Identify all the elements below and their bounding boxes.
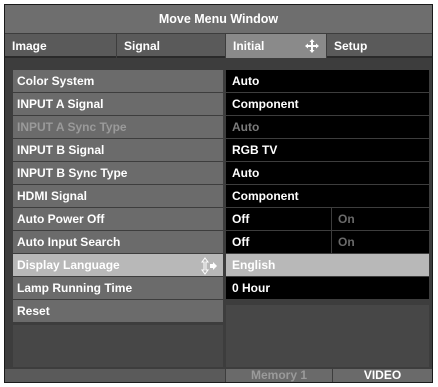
tab-setup[interactable]: Setup [327, 34, 432, 58]
row-label-input-b-signal[interactable]: INPUT B Signal [13, 139, 223, 161]
row-alt-auto-input-search[interactable]: On [332, 231, 429, 253]
row-value-color-system[interactable]: Auto [226, 70, 429, 92]
screen-frame: Move Menu Window Image Signal Initial Se… [0, 0, 438, 387]
row-label-hdmi-signal[interactable]: HDMI Signal [13, 185, 223, 207]
row-value-input-a-sync-type[interactable]: Auto [226, 116, 429, 138]
row-value-input-a-signal[interactable]: Component [226, 93, 429, 115]
row-value-auto-power-off[interactable]: Off [226, 208, 331, 230]
row-value-input-b-sync-type[interactable]: Auto [226, 162, 429, 184]
row-label-input-a-signal[interactable]: INPUT A Signal [13, 93, 223, 115]
tab-signal[interactable]: Signal [117, 34, 225, 58]
up-down-arrows-icon [201, 257, 217, 275]
tab-image[interactable]: Image [5, 34, 116, 58]
value-column-filler [226, 305, 429, 367]
row-label-auto-input-search[interactable]: Auto Input Search [13, 231, 223, 253]
row-value-input-b-signal[interactable]: RGB TV [226, 139, 429, 161]
row-alt-auto-power-off[interactable]: On [332, 208, 429, 230]
move-arrows-icon [305, 39, 319, 53]
row-label-color-system[interactable]: Color System [13, 70, 223, 92]
window-title: Move Menu Window [5, 5, 432, 33]
row-value-hdmi-signal[interactable]: Component [226, 185, 429, 207]
row-value-auto-input-search[interactable]: Off [226, 231, 331, 253]
label-column-filler [13, 325, 223, 367]
footer-blank [5, 369, 225, 382]
row-label-lamp-running-time[interactable]: Lamp Running Time [13, 277, 223, 299]
row-label-input-b-sync-type[interactable]: INPUT B Sync Type [13, 162, 223, 184]
row-label-auto-power-off[interactable]: Auto Power Off [13, 208, 223, 230]
footer-input-source: VIDEO [333, 368, 432, 382]
row-label-reset[interactable]: Reset [13, 300, 223, 322]
row-label-input-a-sync-type[interactable]: INPUT A Sync Type [13, 116, 223, 138]
footer-memory-label: Memory 1 [250, 368, 308, 382]
footer-memory: Memory 1 [226, 368, 332, 382]
menu-window: Move Menu Window Image Signal Initial Se… [4, 4, 433, 383]
footer-input-label: VIDEO [363, 368, 402, 382]
row-value-display-language[interactable]: English [226, 254, 429, 276]
row-label-display-language[interactable]: Display Language [13, 254, 223, 276]
row-value-lamp-running-time: 0 Hour [226, 277, 429, 299]
